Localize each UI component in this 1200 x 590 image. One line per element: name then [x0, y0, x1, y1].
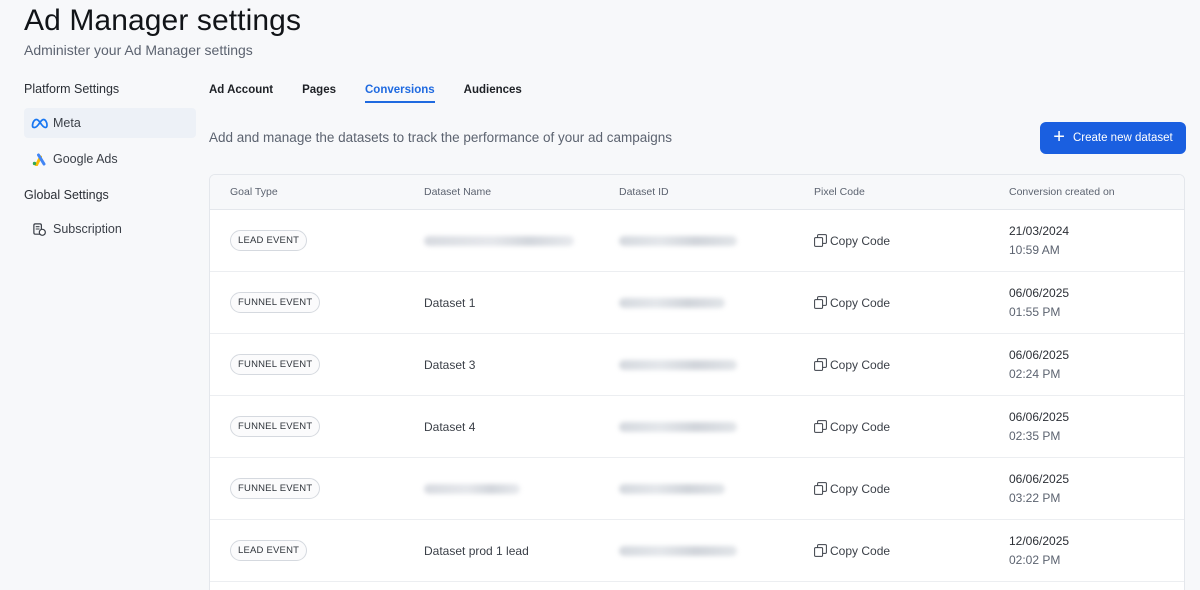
copy-icon	[814, 296, 827, 309]
copy-code-label: Copy Code	[830, 419, 891, 434]
sidebar-item-label: Subscription	[53, 222, 122, 236]
copy-icon	[814, 482, 827, 495]
sidebar-item-google-ads[interactable]: Google Ads	[24, 144, 196, 174]
redacted-dataset-id	[619, 545, 737, 556]
created-date: 06/06/2025	[1009, 347, 1070, 362]
copy-icon	[814, 420, 827, 433]
table-row: FUNNEL EVENT Copy Code 06/06/2025 03:22 P…	[210, 458, 1184, 520]
tab-ad-account[interactable]: Ad Account	[209, 84, 273, 103]
section-description: Add and manage the datasets to track the…	[209, 130, 673, 145]
sidebar-item-label: Google Ads	[53, 152, 118, 166]
table-row: LEAD EVENT Copy Code 21/03/2024 10:59 AM	[210, 210, 1184, 272]
meta-icon	[30, 114, 48, 132]
created-date: 06/06/2025	[1009, 471, 1070, 486]
platform-settings-heading: Platform Settings	[24, 82, 120, 96]
copy-code-label: Copy Code	[830, 295, 891, 310]
header-goal-type: Goal Type	[230, 186, 278, 198]
tab-audiences[interactable]: Audiences	[464, 84, 522, 103]
goal-type-badge: LEAD EVENT	[230, 540, 308, 561]
created-time: 02:24 PM	[1009, 366, 1061, 381]
created-time: 10:59 AM	[1009, 242, 1060, 257]
tab-pages[interactable]: Pages	[302, 84, 336, 103]
copy-code-button[interactable]: Copy Code	[814, 420, 890, 434]
header-dataset-id: Dataset ID	[619, 186, 669, 198]
goal-type-badge: LEAD EVENT	[230, 230, 308, 251]
copy-icon	[814, 544, 827, 557]
created-date: 06/06/2025	[1009, 409, 1070, 424]
copy-code-label: Copy Code	[830, 233, 891, 248]
datasets-table: Goal Type Dataset Name Dataset ID Pixel …	[209, 174, 1185, 590]
google-ads-icon	[30, 150, 48, 168]
copy-code-label: Copy Code	[830, 357, 891, 372]
sidebar-item-subscription[interactable]: Subscription	[24, 214, 196, 244]
created-date: 12/06/2025	[1009, 533, 1070, 548]
header-conversion-created: Conversion created on	[1009, 186, 1115, 198]
copy-code-button[interactable]: Copy Code	[814, 544, 890, 558]
table-row: LEAD EVENT Dataset prod 1 lead Copy Code…	[210, 520, 1184, 582]
create-dataset-label: Create new dataset	[1072, 132, 1173, 144]
sidebar-item-meta[interactable]: Meta	[24, 108, 196, 138]
subscription-icon	[30, 220, 48, 238]
copy-icon	[814, 358, 827, 371]
dataset-name: Dataset 1	[424, 295, 476, 310]
table-row: FUNNEL EVENT Dataset 1 Copy Code 06/06/2…	[210, 272, 1184, 334]
header-pixel-code: Pixel Code	[814, 186, 865, 198]
dataset-name: Dataset 3	[424, 357, 476, 372]
redacted-dataset-id	[619, 359, 737, 370]
redacted-dataset-id	[619, 235, 737, 246]
redacted-dataset-id	[619, 483, 725, 494]
goal-type-badge: FUNNEL EVENT	[230, 478, 321, 499]
dataset-name: Dataset 4	[424, 419, 476, 434]
header-dataset-name: Dataset Name	[424, 186, 492, 198]
created-date: 06/06/2025	[1009, 285, 1070, 300]
created-time: 02:02 PM	[1009, 552, 1061, 567]
dataset-name: Dataset prod 1 lead	[424, 543, 529, 558]
goal-type-badge: FUNNEL EVENT	[230, 354, 321, 375]
goal-type-badge: FUNNEL EVENT	[230, 416, 321, 437]
redacted-dataset-id	[619, 297, 725, 308]
copy-code-label: Copy Code	[830, 543, 891, 558]
tab-bar: Ad Account Pages Conversions Audiences	[209, 84, 551, 103]
table-header: Goal Type Dataset Name Dataset ID Pixel …	[210, 175, 1184, 210]
copy-code-button[interactable]: Copy Code	[814, 358, 890, 372]
created-date: 21/03/2024	[1009, 223, 1070, 238]
copy-code-button[interactable]: Copy Code	[814, 482, 890, 496]
created-time: 03:22 PM	[1009, 490, 1061, 505]
tab-conversions[interactable]: Conversions	[365, 84, 435, 103]
copy-code-button[interactable]: Copy Code	[814, 234, 890, 248]
goal-type-badge: FUNNEL EVENT	[230, 292, 321, 313]
page-subtitle: Administer your Ad Manager settings	[24, 42, 253, 58]
create-dataset-button[interactable]: + Create new dataset	[1040, 122, 1186, 154]
copy-code-label: Copy Code	[830, 481, 891, 496]
created-time: 02:35 PM	[1009, 428, 1061, 443]
redacted-dataset-name	[424, 235, 574, 246]
table-row: FUNNEL EVENT Dataset 4 Copy Code 06/06/2…	[210, 396, 1184, 458]
plus-icon: +	[1053, 126, 1065, 148]
created-time: 01:55 PM	[1009, 304, 1061, 319]
copy-icon	[814, 234, 827, 247]
table-row: FUNNEL EVENT Dataset 3 Copy Code 06/06/2…	[210, 334, 1184, 396]
sidebar-item-label: Meta	[53, 116, 81, 130]
redacted-dataset-name	[424, 483, 520, 494]
copy-code-button[interactable]: Copy Code	[814, 296, 890, 310]
global-settings-heading: Global Settings	[24, 188, 109, 202]
redacted-dataset-id	[619, 421, 737, 432]
page-title: Ad Manager settings	[24, 4, 302, 37]
